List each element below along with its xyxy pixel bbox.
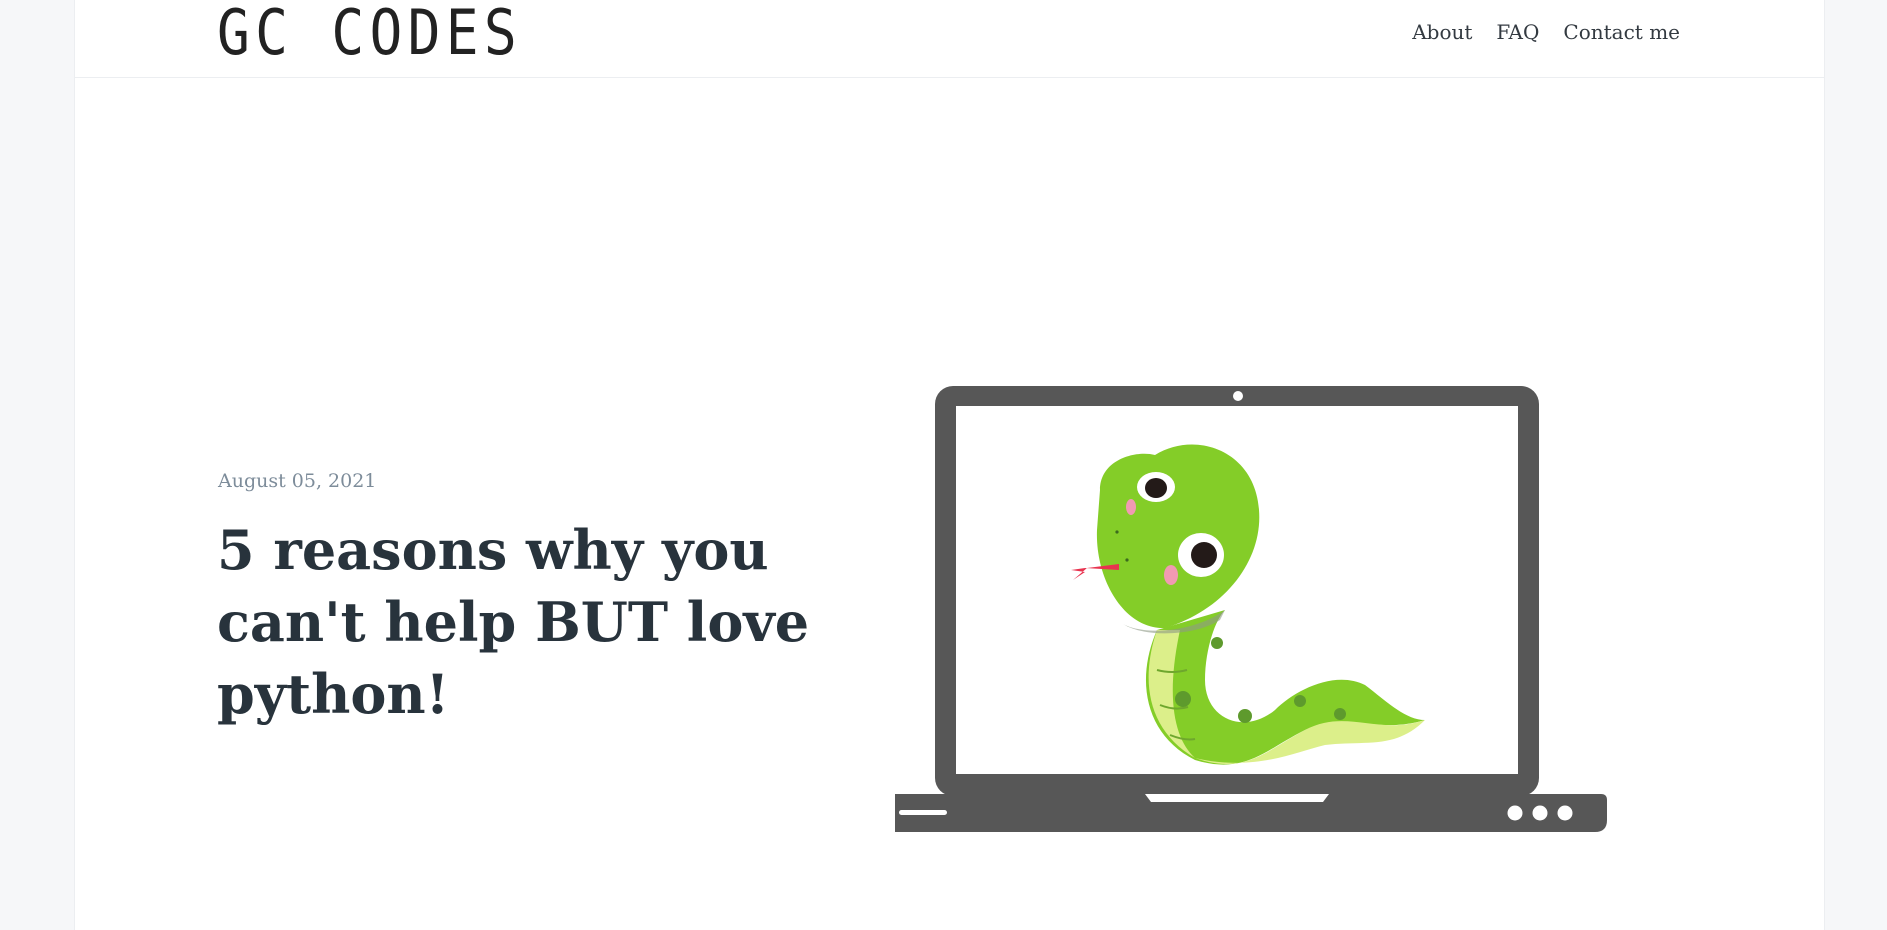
page-container: GC CODES About FAQ Contact me August 05,… [74,0,1825,930]
nav-faq-link[interactable]: FAQ [1496,20,1539,44]
laptop-dot [1557,805,1573,821]
post-title: 5 reasons why you can't help BUT love py… [217,518,810,726]
main-nav: About FAQ Contact me [1412,20,1680,44]
laptop-camera [1233,391,1243,401]
post-date: August 05, 2021 [218,470,377,492]
nav-about-link[interactable]: About [1412,20,1472,44]
site-logo[interactable]: GC CODES [217,0,522,66]
laptop-dot [1507,805,1523,821]
laptop-hinge [1145,794,1329,802]
site-header: GC CODES About FAQ Contact me [75,0,1824,78]
laptop-snake-illustration [895,386,1607,832]
nav-contact-link[interactable]: Contact me [1563,20,1680,44]
laptop-dot [1532,805,1548,821]
laptop-screen [956,406,1518,774]
laptop-slot [899,810,947,815]
